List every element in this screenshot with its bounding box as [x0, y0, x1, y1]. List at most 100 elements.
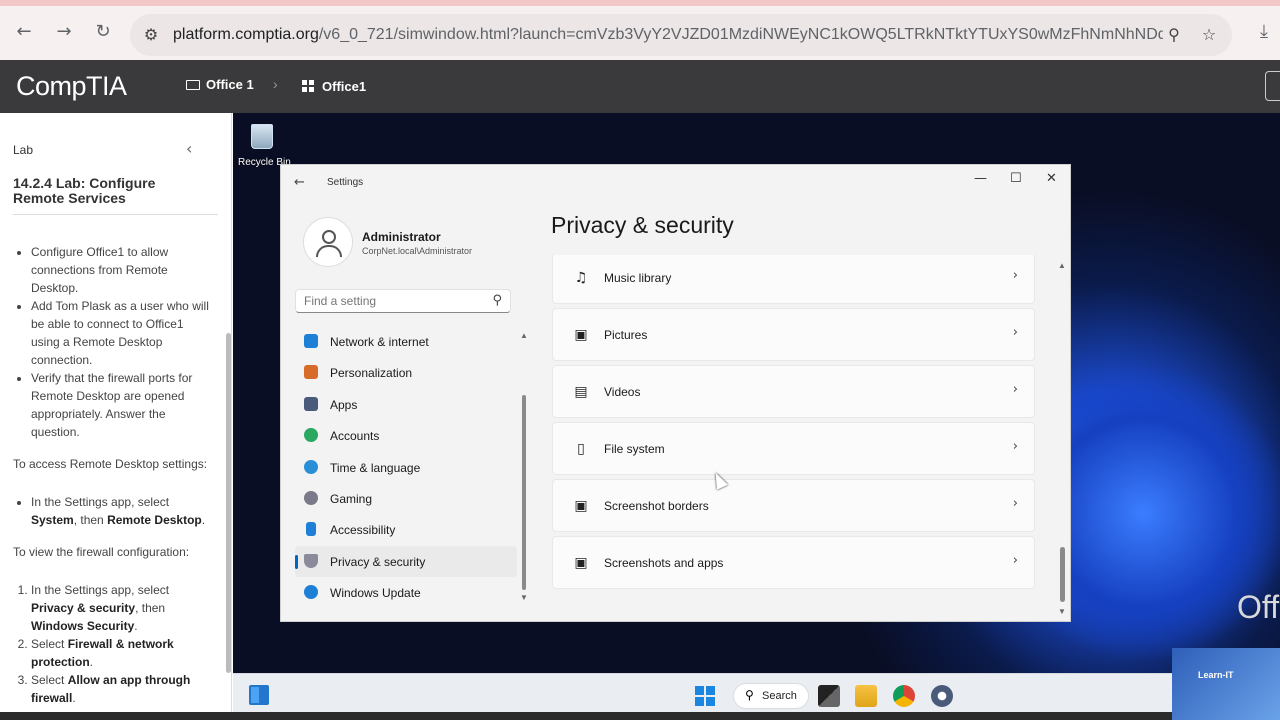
chevron-right-icon: ›	[1012, 268, 1018, 283]
rd-step: In the Settings app, select System, then…	[31, 493, 213, 529]
url-text[interactable]: platform.comptia.org/v6_0_721/simwindow.…	[173, 26, 1163, 44]
back-icon[interactable]: ←	[12, 20, 36, 44]
promo-thumbnail: Learn-IT	[1172, 648, 1280, 720]
screenshot-icon: ▣	[574, 498, 588, 514]
bookmark-star-icon[interactable]: ☆	[1198, 24, 1220, 46]
breadcrumb-office-1[interactable]: Office 1	[186, 77, 254, 92]
nav-scroll-up-icon[interactable]: ▲	[520, 331, 528, 340]
breadcrumb-separator: ›	[273, 76, 278, 92]
avatar[interactable]	[303, 217, 353, 267]
main-scroll-up-icon[interactable]: ▲	[1058, 261, 1066, 270]
search-icon: ⚲	[745, 688, 754, 702]
download-icon[interactable]: ⤓	[1252, 20, 1276, 44]
row-screenshot-borders[interactable]: ▣ Screenshot borders ›	[552, 479, 1035, 532]
nav-item-accounts[interactable]: Accounts	[295, 420, 517, 451]
nav-scrollbar[interactable]	[522, 395, 526, 590]
user-account: CorpNet.local\Administrator	[362, 246, 473, 256]
chrome-icon[interactable]	[893, 685, 915, 707]
main-scroll-down-icon[interactable]: ▼	[1058, 607, 1066, 616]
back-arrow-icon[interactable]: ←	[294, 175, 305, 190]
apps-icon	[304, 396, 318, 411]
controller-icon	[304, 490, 318, 505]
task-item: Verify that the firewall ports for Remot…	[31, 369, 213, 441]
computer-icon	[186, 80, 200, 90]
settings-window: ← Settings — ☐ ✕ Administrator CorpNet.l…	[280, 164, 1071, 622]
fw-step: Select Firewall & network protection.	[31, 635, 213, 671]
widgets-icon[interactable]	[249, 685, 269, 705]
lab-panel: Lab ‹ 14.2.4 Lab: Configure Remote Servi…	[0, 113, 232, 720]
browser-toolbar: ← → ↻ ⚙ platform.comptia.org/v6_0_721/si…	[0, 0, 1280, 60]
nav-item-personalization[interactable]: Personalization	[295, 357, 517, 388]
maximize-icon[interactable]: ☐	[1010, 171, 1022, 186]
privacy-items-list: ♫ Music library › ▣ Pictures › ▤ Videos › ▯ Fil…	[552, 255, 1035, 595]
picture-icon: ▣	[574, 327, 588, 343]
collapse-chevron-icon[interactable]: ‹	[186, 139, 192, 158]
windows-icon	[302, 80, 314, 92]
nav-scroll-down-icon[interactable]: ▼	[520, 593, 528, 602]
row-videos[interactable]: ▤ Videos ›	[552, 365, 1035, 418]
find-setting-search[interactable]: ⚲	[295, 289, 511, 313]
accessibility-icon	[306, 522, 316, 537]
nav-item-gaming[interactable]: Gaming	[295, 483, 517, 514]
forward-icon[interactable]: →	[52, 20, 76, 44]
nav-item-apps[interactable]: Apps	[295, 389, 517, 420]
lab-scrollbar[interactable]	[226, 333, 231, 673]
nav-item-privacy-security[interactable]: Privacy & security	[295, 545, 517, 578]
comptia-logo: CompTIA	[16, 71, 127, 101]
reload-icon[interactable]: ↻	[91, 20, 115, 44]
lab-instructions: Configure Office1 to allow connections f…	[13, 243, 213, 707]
network-icon	[304, 334, 318, 348]
address-bar[interactable]: ⚙ platform.comptia.org/v6_0_721/simwindo…	[130, 14, 1232, 56]
settings-nav: Network & internet Personalization Apps …	[295, 326, 517, 609]
comptia-header: CompTIA Office 1 › Office1	[0, 60, 1280, 113]
divider	[13, 214, 218, 215]
taskbar-search[interactable]: ⚲ Search	[733, 683, 809, 709]
chevron-right-icon: ›	[1012, 439, 1018, 454]
breadcrumb-office1[interactable]: Office1	[302, 79, 366, 94]
shield-icon	[304, 553, 318, 568]
chevron-right-icon: ›	[1012, 553, 1018, 568]
accounts-icon	[304, 428, 318, 443]
window-title: Settings	[327, 177, 364, 188]
lab-title: 14.2.4 Lab: Configure Remote Services	[13, 175, 156, 206]
fw-step: Select Allow an app through firewall.	[31, 671, 213, 707]
chevron-right-icon: ›	[1012, 496, 1018, 511]
nav-item-time-language[interactable]: Time & language	[295, 452, 517, 483]
file-explorer-icon[interactable]	[855, 685, 877, 707]
desktop-partial-text: Off	[1237, 589, 1280, 625]
row-music-library[interactable]: ♫ Music library ›	[552, 255, 1035, 304]
globe-icon	[304, 459, 318, 474]
nav-item-accessibility[interactable]: Accessibility	[295, 514, 517, 545]
task-view-icon[interactable]	[818, 685, 840, 707]
paintbrush-icon	[304, 365, 318, 380]
search-input[interactable]	[304, 294, 484, 308]
video-icon: ▤	[574, 384, 588, 400]
row-screenshots-and-apps[interactable]: ▣ Screenshots and apps ›	[552, 536, 1035, 589]
row-pictures[interactable]: ▣ Pictures ›	[552, 308, 1035, 361]
screenshot-apps-icon: ▣	[574, 555, 588, 571]
user-name: Administrator	[362, 230, 441, 244]
task-item: Add Tom Plask as a user who will be able…	[31, 297, 213, 369]
task-item: Configure Office1 to allow connections f…	[31, 243, 213, 297]
nav-item-network[interactable]: Network & internet	[295, 326, 517, 357]
settings-gear-icon[interactable]	[931, 685, 953, 707]
minimize-icon[interactable]: —	[974, 171, 987, 186]
recycle-bin-icon[interactable]	[247, 120, 277, 150]
start-icon[interactable]	[695, 686, 715, 706]
music-folder-icon: ♫	[574, 270, 588, 286]
search-icon[interactable]: ⚲	[492, 293, 502, 308]
bottom-strip	[0, 712, 1172, 720]
zoom-icon[interactable]: ⚲	[1163, 24, 1185, 46]
rd-intro: To access Remote Desktop settings:	[13, 457, 208, 471]
close-icon[interactable]: ✕	[1046, 171, 1057, 186]
main-scrollbar[interactable]	[1060, 547, 1065, 602]
site-info-icon[interactable]: ⚙	[140, 24, 162, 46]
row-file-system[interactable]: ▯ File system ›	[552, 422, 1035, 475]
lab-label: Lab	[13, 143, 34, 157]
topbar-action-button[interactable]	[1265, 71, 1280, 101]
chevron-right-icon: ›	[1012, 325, 1018, 340]
chevron-right-icon: ›	[1012, 382, 1018, 397]
page-title: Privacy & security	[551, 212, 734, 238]
nav-item-windows-update[interactable]: Windows Update	[295, 577, 517, 608]
file-icon: ▯	[577, 441, 585, 457]
